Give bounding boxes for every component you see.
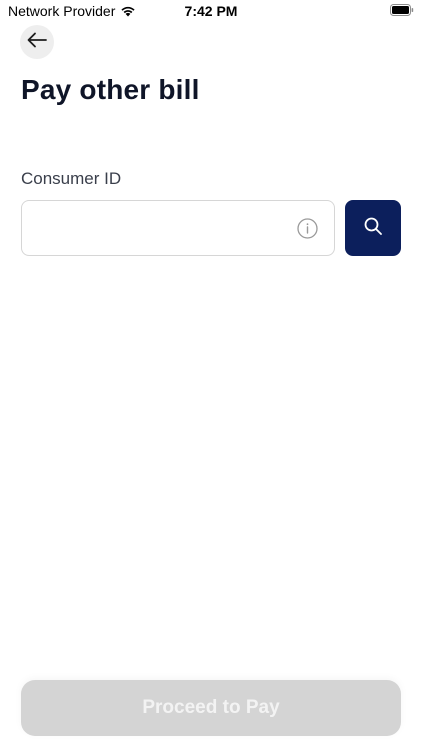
status-right: [390, 4, 414, 16]
pay-other-bill-screen: Network Provider 7:42 PM Pay other bill …: [0, 0, 422, 750]
battery-icon: [390, 4, 414, 16]
arrow-left-icon: [27, 32, 47, 53]
proceed-to-pay-button[interactable]: Proceed to Pay: [21, 680, 401, 736]
search-icon: [363, 216, 383, 241]
consumer-id-input[interactable]: [34, 201, 294, 255]
search-button[interactable]: [345, 200, 401, 256]
info-icon[interactable]: [297, 218, 318, 239]
status-bar: Network Provider 7:42 PM: [0, 0, 422, 22]
page-title: Pay other bill: [21, 74, 200, 105]
back-button[interactable]: [20, 25, 54, 59]
status-time: 7:42 PM: [184, 3, 238, 19]
consumer-id-label: Consumer ID: [21, 169, 122, 188]
consumer-id-field: [21, 200, 335, 256]
